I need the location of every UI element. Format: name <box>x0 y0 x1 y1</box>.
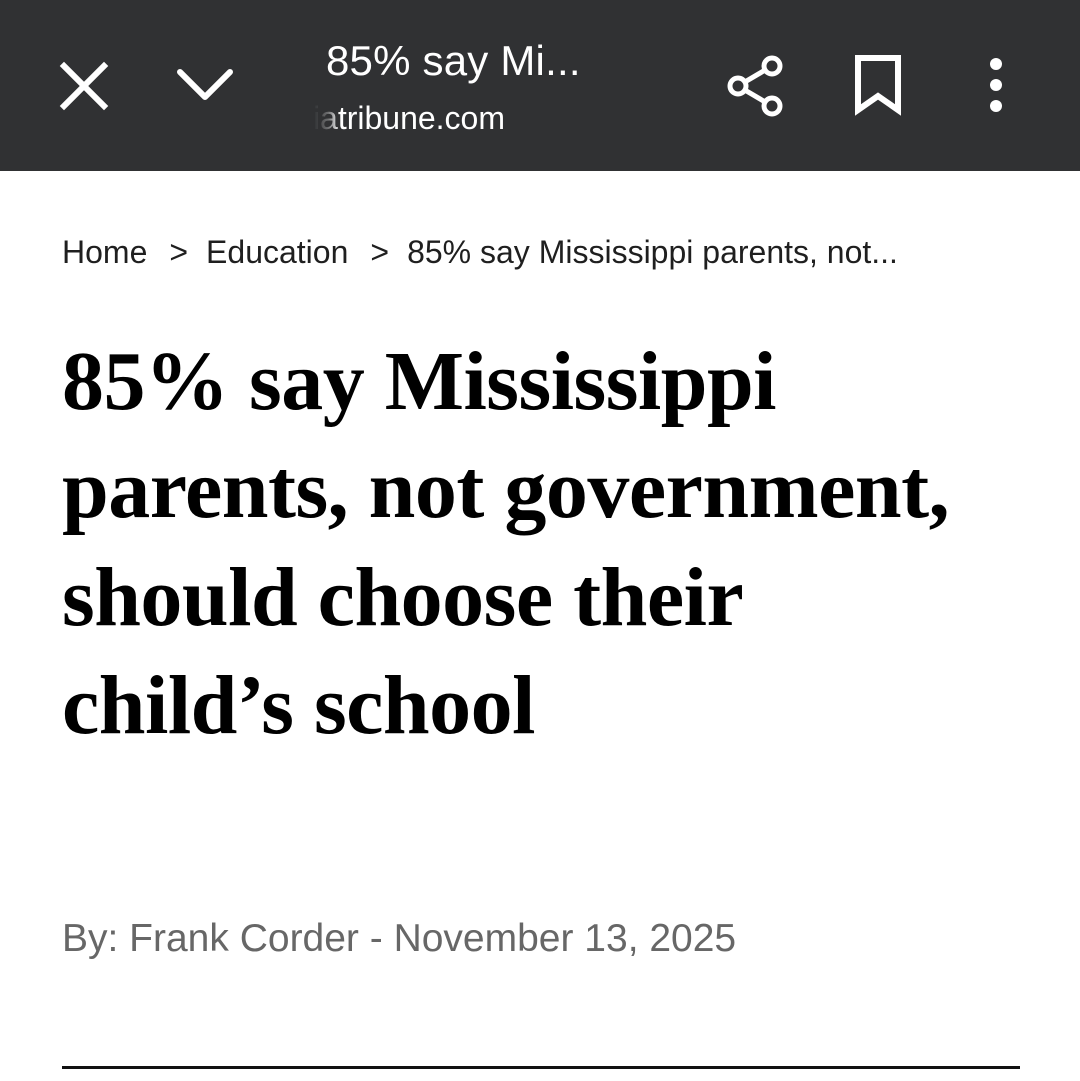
breadcrumb-current: 85% say Mississippi parents, not... <box>407 234 898 270</box>
breadcrumb-home[interactable]: Home <box>62 234 147 270</box>
page-domain-text: aliatribune.com <box>314 100 505 136</box>
breadcrumb: Home > Education >85% say Mississippi paren… <box>62 230 1022 274</box>
article-byline: By: Frank Corder - November 13, 2025 <box>62 917 737 960</box>
page-domain: aliatribune.com <box>314 96 574 140</box>
custom-tab-toolbar: 85% say Mi... aliatribune.com <box>0 0 1080 171</box>
breadcrumb-education[interactable]: Education <box>206 234 348 270</box>
divider <box>62 1066 1020 1069</box>
bookmark-icon <box>855 55 901 116</box>
more-options-button[interactable] <box>974 52 1018 118</box>
chevron-down-icon <box>177 69 233 100</box>
breadcrumb-separator: > <box>370 234 390 270</box>
close-button[interactable] <box>54 56 114 116</box>
close-icon <box>59 61 109 111</box>
article-headline: 85% say Mississippi parents, not governm… <box>62 335 950 752</box>
breadcrumb-separator: > <box>169 234 189 270</box>
bookmark-button[interactable] <box>850 52 906 118</box>
more-vert-icon <box>990 58 1002 112</box>
page-title: 85% say Mi... <box>326 37 581 84</box>
share-icon <box>727 55 783 117</box>
minimize-button[interactable] <box>170 56 240 116</box>
page-title-area[interactable]: 85% say Mi... <box>326 32 686 90</box>
share-button[interactable] <box>720 52 790 122</box>
